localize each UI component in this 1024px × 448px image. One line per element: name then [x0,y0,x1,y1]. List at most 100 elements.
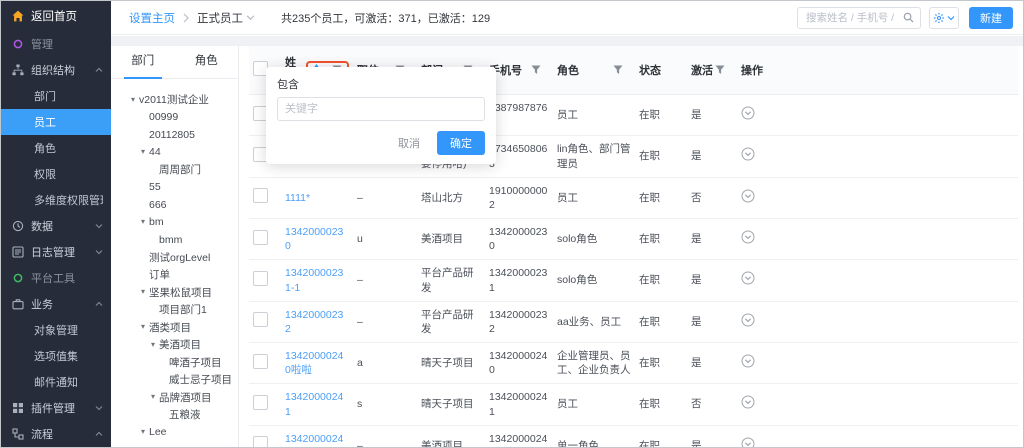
name-filter-popup: 包含 取消 确定 [266,67,496,164]
filter-icon[interactable] [613,65,623,75]
tree-caret-icon[interactable]: ▾ [137,428,149,436]
sidebar-item-roles[interactable]: 角色 [1,135,111,161]
sidebar-item-data[interactable]: 数据 [1,213,111,239]
employee-name-link[interactable]: 13420000230 [285,226,343,252]
sidebar-item-object-manage[interactable]: 对象管理 [1,317,111,343]
row-checkbox[interactable] [253,354,268,369]
tree-caret-icon[interactable]: ▾ [137,288,149,296]
cell-active: 否 [687,384,737,425]
cell-department: 美酒项目 [417,219,485,260]
row-actions-icon[interactable] [741,354,755,368]
cell-phone: 19100000002 [485,177,553,218]
tab-roles[interactable]: 角色 [175,46,239,78]
row-checkbox[interactable] [253,271,268,286]
row-actions-icon[interactable] [741,147,755,161]
sidebar-item-org-structure[interactable]: 组织结构 [1,57,111,83]
row-checkbox[interactable] [253,395,268,410]
row-actions-icon[interactable] [741,313,755,327]
tree-node[interactable]: 项目部门1 [111,301,238,319]
tab-departments[interactable]: 部门 [111,46,175,78]
row-actions-icon[interactable] [741,395,755,409]
tree-node[interactable]: ▾v2011测试企业 [111,91,238,109]
employee-name-link[interactable]: 13420000232 [285,309,343,335]
row-checkbox[interactable] [253,230,268,245]
create-new-button[interactable]: 新建 [969,7,1013,29]
employee-name-link[interactable]: 13420000244 [285,433,343,448]
tree-node[interactable]: 666 [111,196,238,214]
cell-department: 平台产品研发 [417,301,485,342]
tree-caret-icon[interactable]: ▾ [137,218,149,226]
employee-name-link[interactable]: 13420000231-1 [285,267,343,293]
tree-node[interactable]: ▾bm [111,214,238,232]
sidebar-item-multidim-permissions[interactable]: 多维度权限管理 [1,187,111,213]
settings-dropdown-button[interactable] [929,7,959,29]
sidebar-home-link[interactable]: 返回首页 [1,1,111,31]
tree-node[interactable]: ▾品牌酒项目 [111,389,238,407]
employee-name-link[interactable]: 13420000241 [285,391,343,417]
tree-caret-icon[interactable]: ▾ [127,96,139,104]
tree-node[interactable]: ▾美酒项目 [111,336,238,354]
tree-caret-icon[interactable]: ▾ [137,148,149,156]
row-actions-icon[interactable] [741,271,755,285]
employee-name-link[interactable]: 13420000240啦啦 [285,350,343,376]
tree-caret-icon[interactable]: ▾ [147,341,159,349]
filter-cancel-button[interactable]: 取消 [393,132,425,154]
circle-green-icon [12,272,24,284]
filter-icon[interactable] [715,65,725,75]
filter-confirm-button[interactable]: 确定 [437,131,485,155]
tree-node[interactable]: 00999 [111,109,238,127]
col-header-status: 状态 [639,65,661,77]
tree-node[interactable]: 周周部门 [111,161,238,179]
tree-node[interactable]: 啤酒子项目 [111,354,238,372]
sidebar-item-manage[interactable]: 管理 [1,31,111,57]
tree-node[interactable]: ▾坚果松鼠项目 [111,284,238,302]
tree-node[interactable]: 20112805 [111,126,238,144]
tree-node[interactable]: ▾44 [111,144,238,162]
tree-node[interactable]: ▾Lee [111,424,238,442]
cell-role: solo角色 [553,260,635,301]
breadcrumb-separator-icon [182,13,190,23]
row-checkbox[interactable] [253,312,268,327]
tree-node[interactable]: ▾酒类项目 [111,319,238,337]
sidebar-item-employees[interactable]: 员工 [1,109,111,135]
tree-caret-icon[interactable]: ▾ [137,323,149,331]
cell-position: u [353,219,417,260]
tree-node[interactable]: 测试orgLevel [111,249,238,267]
sidebar-item-permissions[interactable]: 权限 [1,161,111,187]
sidebar-item-departments[interactable]: 部门 [1,83,111,109]
cell-status: 在职 [635,260,687,301]
row-checkbox[interactable] [253,436,268,448]
tree-node[interactable]: 订单 [111,266,238,284]
breadcrumb-home-link[interactable]: 设置主页 [129,10,175,26]
row-actions-icon[interactable] [741,189,755,203]
cell-role: 企业管理员、员工、企业负责人 [553,343,635,384]
sidebar-item-mail-notify[interactable]: 邮件通知 [1,369,111,395]
tree-node[interactable]: 威士忌子项目 [111,371,238,389]
sidebar-item-business[interactable]: 业务 [1,291,111,317]
sidebar-item-plugin-manage[interactable]: 插件管理 [1,395,111,421]
row-actions-icon[interactable] [741,230,755,244]
cell-phone: 13420000232 [485,301,553,342]
filter-icon[interactable] [531,65,541,75]
cell-phone: 13420000240 [485,343,553,384]
sidebar-item-workflow[interactable]: 流程 [1,421,111,447]
tree-caret-icon[interactable]: ▾ [147,393,159,401]
filter-keyword-input[interactable] [277,97,485,121]
sidebar-item-option-sets[interactable]: 选项值集 [1,343,111,369]
cell-active: 是 [687,219,737,260]
cell-role: 单一角色 [553,425,635,448]
cell-status: 在职 [635,384,687,425]
breadcrumb-current-dropdown[interactable]: 正式员工 [197,10,255,26]
row-actions-icon[interactable] [741,437,755,448]
employee-name-link[interactable]: 1111* [285,192,310,204]
tree-node[interactable]: bmm [111,231,238,249]
tree-node[interactable]: 五粮液 [111,406,238,424]
circle-purple-icon [12,38,24,50]
row-actions-icon[interactable] [741,106,755,120]
sidebar-item-log-manage[interactable]: 日志管理 [1,239,111,265]
search-icon[interactable] [903,12,914,23]
search-input[interactable] [804,11,899,25]
tree-node[interactable]: 55 [111,179,238,197]
sidebar-item-platform-tools[interactable]: 平台工具 [1,265,111,291]
row-checkbox[interactable] [253,188,268,203]
